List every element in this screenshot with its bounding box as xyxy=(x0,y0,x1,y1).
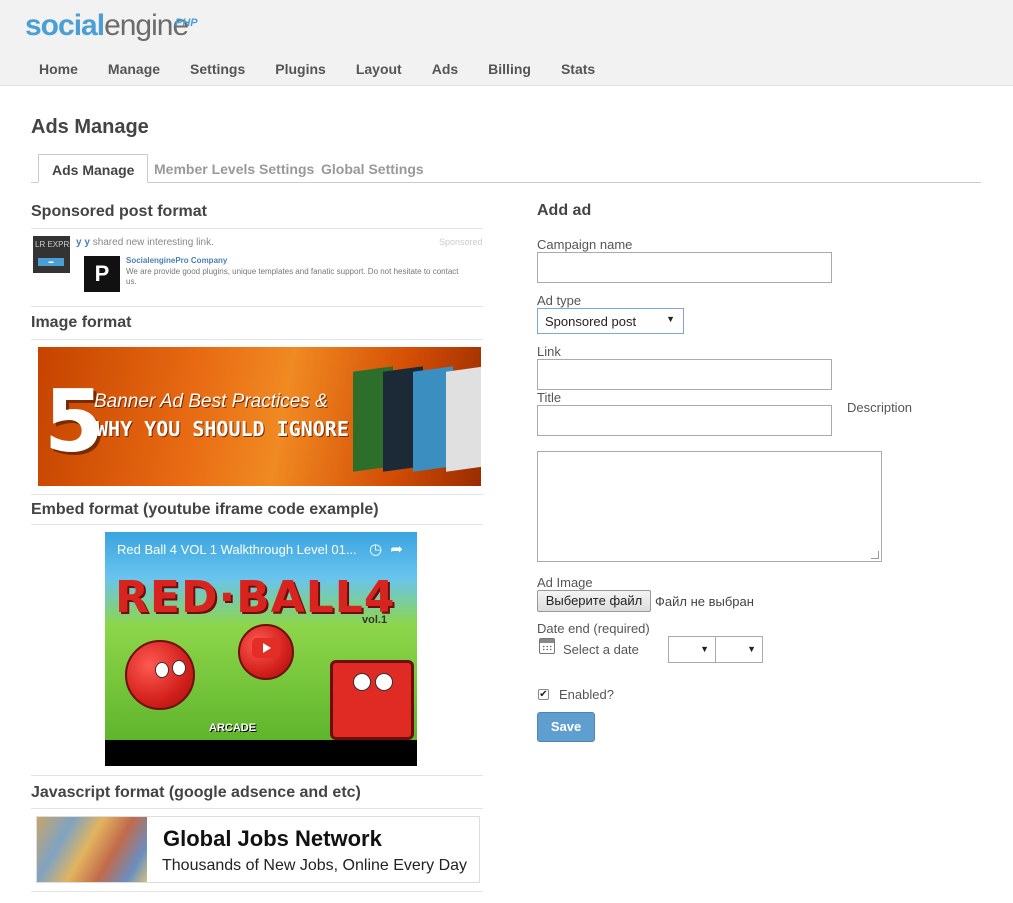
nav-stats[interactable]: Stats xyxy=(546,55,610,83)
play-button-icon[interactable] xyxy=(252,638,280,658)
calendar-icon[interactable] xyxy=(539,638,555,654)
date-hour-select[interactable]: ▼ xyxy=(668,636,716,663)
money-image xyxy=(37,817,147,882)
tab-ads-manage[interactable]: Ads Manage xyxy=(38,154,149,183)
divider xyxy=(31,228,483,229)
sponsored-format-title: Sponsored post format xyxy=(31,203,208,220)
banner-line-1: Banner Ad Best Practices & xyxy=(94,391,328,412)
company-name-link[interactable]: SocialenginePro Company xyxy=(126,256,227,265)
nav-layout[interactable]: Layout xyxy=(341,55,417,83)
ad-type-select[interactable]: Sponsored post ▼ xyxy=(537,308,684,334)
thumbnail-button: ▬ xyxy=(38,258,64,266)
eye xyxy=(375,673,393,691)
jobs-headline: Global Jobs Network xyxy=(163,826,382,851)
ad-image-label: Ad Image xyxy=(537,575,593,590)
select-date-link[interactable]: Select a date xyxy=(563,642,639,657)
title-input[interactable] xyxy=(537,405,832,436)
image-format-title: Image format xyxy=(31,314,132,331)
divider xyxy=(31,775,483,776)
nav-billing[interactable]: Billing xyxy=(473,55,546,83)
divider xyxy=(31,339,483,340)
logo-part-social: social xyxy=(25,9,105,42)
dropdown-arrow-icon: ▼ xyxy=(700,644,709,654)
tab-bar: Ads Manage Member Levels Settings Global… xyxy=(31,154,981,183)
campaign-name-input[interactable] xyxy=(537,252,832,283)
watch-later-icon[interactable]: ◷ xyxy=(369,541,382,558)
page-title: Ads Manage xyxy=(31,116,149,138)
add-ad-title: Add ad xyxy=(537,202,592,219)
company-description: We are provide good plugins, unique temp… xyxy=(126,267,459,286)
sponsored-user[interactable]: y y xyxy=(76,237,90,248)
eye xyxy=(353,673,371,691)
enabled-label: Enabled? xyxy=(559,687,614,702)
divider xyxy=(31,306,483,307)
date-minute-select[interactable]: ▼ xyxy=(715,636,763,663)
save-button[interactable]: Save xyxy=(537,712,595,742)
enabled-checkbox[interactable]: ✔ xyxy=(538,689,549,700)
date-end-label: Date end (required) xyxy=(537,621,650,636)
top-bar: socialengine PHP Home Manage Settings Pl… xyxy=(0,0,1013,86)
embed-format-title: Embed format (youtube iframe code exampl… xyxy=(31,501,379,518)
dropdown-arrow-icon: ▼ xyxy=(666,314,675,324)
link-input[interactable] xyxy=(537,359,832,390)
divider xyxy=(31,494,483,495)
video-actions: ◷ ➦ xyxy=(369,540,403,558)
thumbnail-text: LR EXPRES xyxy=(35,240,70,249)
sponsored-badge: Sponsored xyxy=(439,237,483,247)
logo-php-suffix: PHP xyxy=(175,17,198,29)
game-volume: vol.1 xyxy=(362,614,388,626)
description-label: Description xyxy=(847,400,913,415)
sponsored-thumbnail[interactable]: LR EXPRES ▬ xyxy=(33,236,70,273)
main-nav: Home Manage Settings Plugins Layout Ads … xyxy=(24,55,610,83)
game-logo: RED·BALL4 xyxy=(115,572,396,623)
nav-manage[interactable]: Manage xyxy=(93,55,175,83)
sponsored-action: shared new interesting link. xyxy=(92,237,214,248)
title-label: Title xyxy=(537,390,562,405)
javascript-format-title: Javascript format (google adsence and et… xyxy=(31,784,361,801)
banner-ad-image[interactable]: 5 Banner Ad Best Practices & WHY YOU SHO… xyxy=(38,347,481,486)
ad-type-label: Ad type xyxy=(537,293,582,308)
arcade-logo: ARCADE xyxy=(209,722,257,734)
red-square-character xyxy=(330,660,414,740)
eye xyxy=(172,660,186,676)
nav-home[interactable]: Home xyxy=(24,55,93,83)
video-title[interactable]: Red Ball 4 VOL 1 Walkthrough Level 01... xyxy=(117,542,357,557)
share-icon[interactable]: ➦ xyxy=(390,541,403,558)
divider xyxy=(31,524,483,525)
tab-member-levels-settings[interactable]: Member Levels Settings xyxy=(145,154,323,183)
javascript-ad-banner[interactable]: Global Jobs Network Thousands of New Job… xyxy=(36,816,480,883)
jobs-subline: Thousands of New Jobs, Online Every Day xyxy=(162,857,468,874)
choose-file-button[interactable]: Выберите файл xyxy=(537,590,651,612)
video-thumbnail: RED·BALL4 vol.1 ARCADE xyxy=(105,532,417,740)
ad-type-selected-value: Sponsored post xyxy=(545,314,637,329)
link-label: Link xyxy=(537,344,561,359)
sponsored-header: y y shared new interesting link. xyxy=(76,237,214,248)
nav-ads[interactable]: Ads xyxy=(417,55,473,83)
youtube-video-embed[interactable]: RED·BALL4 vol.1 ARCADE Red Ball 4 VOL 1 … xyxy=(105,532,417,766)
campaign-name-label: Campaign name xyxy=(537,237,633,252)
divider xyxy=(31,808,483,809)
nav-plugins[interactable]: Plugins xyxy=(260,55,341,83)
dropdown-arrow-icon: ▼ xyxy=(747,644,756,654)
company-logo[interactable]: P xyxy=(84,256,120,292)
banner-card-graphic xyxy=(446,366,481,472)
file-status-text: Файл не выбран xyxy=(655,594,754,609)
description-textarea[interactable] xyxy=(537,451,882,562)
eye xyxy=(155,662,169,678)
logo[interactable]: socialengine PHP xyxy=(25,8,198,44)
nav-settings[interactable]: Settings xyxy=(175,55,260,83)
red-ball-character xyxy=(125,640,195,710)
tab-global-settings[interactable]: Global Settings xyxy=(312,154,433,183)
divider xyxy=(31,891,483,892)
